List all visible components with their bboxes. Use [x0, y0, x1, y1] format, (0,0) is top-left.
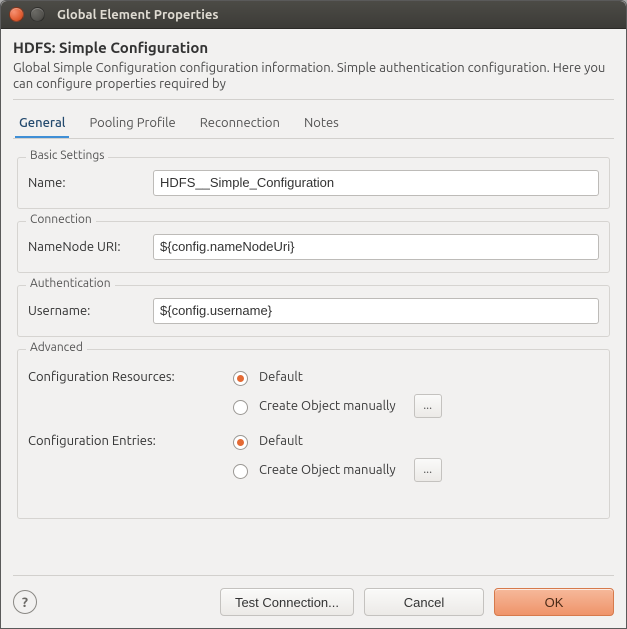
row-config-resources-manual: Create Object manually ...	[28, 394, 599, 418]
radio-resources-default[interactable]	[233, 371, 248, 386]
input-name[interactable]	[153, 170, 599, 196]
row-username: Username:	[28, 298, 599, 324]
radio-entries-manual[interactable]	[233, 464, 248, 479]
window-title: Global Element Properties	[57, 8, 219, 22]
tab-panel-general: Basic Settings Name: Connection NameNode…	[13, 139, 614, 576]
group-basic-settings: Basic Settings Name:	[17, 157, 610, 209]
tab-general[interactable]: General	[15, 110, 69, 138]
browse-entries-button[interactable]: ...	[414, 458, 442, 482]
dialog-window: Global Element Properties HDFS: Simple C…	[0, 0, 627, 629]
label-config-entries: Configuration Entries:	[28, 434, 218, 448]
dialog-content: HDFS: Simple Configuration Global Simple…	[1, 29, 626, 628]
minimize-icon[interactable]	[30, 7, 45, 22]
label-name: Name:	[28, 176, 143, 190]
page-description: Global Simple Configuration configuratio…	[13, 60, 614, 100]
radio-resources-manual[interactable]	[233, 400, 248, 415]
legend-auth: Authentication	[26, 277, 115, 290]
titlebar[interactable]: Global Element Properties	[1, 1, 626, 29]
radio-option-entries-manual[interactable]: Create Object manually	[228, 461, 396, 479]
input-username[interactable]	[153, 298, 599, 324]
row-namenode-uri: NameNode URI:	[28, 234, 599, 260]
radio-option-entries-default[interactable]: Default	[228, 432, 303, 450]
close-icon[interactable]	[9, 7, 24, 22]
radio-option-resources-default[interactable]: Default	[228, 368, 303, 386]
test-connection-button[interactable]: Test Connection...	[220, 588, 354, 616]
radio-entries-default[interactable]	[233, 435, 248, 450]
row-name: Name:	[28, 170, 599, 196]
legend-basic: Basic Settings	[26, 149, 108, 162]
row-config-entries: Configuration Entries: Default	[28, 432, 599, 450]
tab-pooling-profile[interactable]: Pooling Profile	[85, 110, 179, 138]
legend-connection: Connection	[26, 213, 96, 226]
legend-advanced: Advanced	[26, 341, 87, 354]
group-authentication: Authentication Username:	[17, 285, 610, 337]
radio-label-manual: Create Object manually	[259, 399, 396, 413]
radio-label-default: Default	[259, 370, 303, 384]
radio-option-resources-manual[interactable]: Create Object manually	[228, 397, 396, 415]
tabbar: General Pooling Profile Reconnection Not…	[13, 108, 614, 139]
browse-resources-button[interactable]: ...	[414, 394, 442, 418]
label-namenode-uri: NameNode URI:	[28, 240, 143, 254]
input-namenode-uri[interactable]	[153, 234, 599, 260]
row-config-resources: Configuration Resources: Default	[28, 368, 599, 386]
label-config-resources: Configuration Resources:	[28, 370, 218, 384]
window-controls	[9, 7, 45, 22]
tab-notes[interactable]: Notes	[300, 110, 343, 138]
group-advanced: Advanced Configuration Resources: Defaul…	[17, 349, 610, 519]
page-title: HDFS: Simple Configuration	[13, 39, 614, 56]
cancel-button[interactable]: Cancel	[364, 588, 484, 616]
tab-reconnection[interactable]: Reconnection	[196, 110, 284, 138]
radio-label-manual-2: Create Object manually	[259, 463, 396, 477]
group-connection: Connection NameNode URI:	[17, 221, 610, 273]
label-username: Username:	[28, 304, 143, 318]
row-config-entries-manual: Create Object manually ...	[28, 458, 599, 482]
radio-label-default-2: Default	[259, 434, 303, 448]
ok-button[interactable]: OK	[494, 588, 614, 616]
button-bar: ? Test Connection... Cancel OK	[13, 575, 614, 616]
help-button[interactable]: ?	[13, 590, 37, 614]
